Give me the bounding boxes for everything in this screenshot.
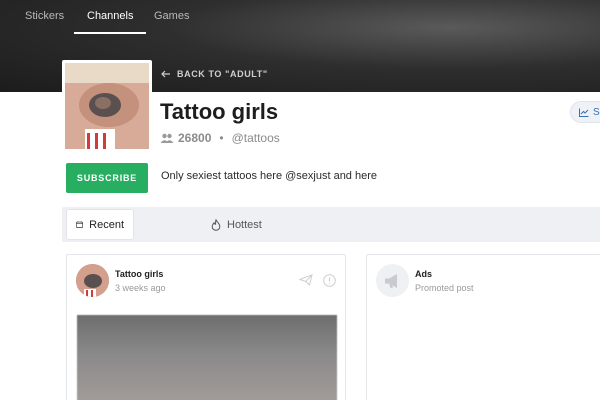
separator-dot: • [219, 131, 224, 145]
stats-button-label: S [593, 106, 600, 118]
filter-hottest[interactable]: Hottest [202, 210, 271, 239]
chart-icon [579, 108, 589, 117]
flame-icon [211, 218, 221, 231]
filter-recent-label: Recent [89, 218, 124, 231]
channel-avatar [62, 60, 152, 152]
stats-button[interactable]: S [570, 101, 600, 123]
post-time: 3 weeks ago [115, 283, 166, 293]
filter-hottest-label: Hottest [227, 218, 262, 231]
post-author[interactable]: Tattoo girls [115, 269, 163, 279]
post-image[interactable] [77, 315, 337, 400]
tab-channels[interactable]: Channels [74, 0, 147, 34]
members-icon [160, 133, 174, 143]
post-actions [299, 274, 336, 287]
megaphone-icon [384, 273, 397, 288]
members-count: 26800 [178, 131, 212, 145]
back-link-label: BACK TO "ADULT" [177, 69, 268, 79]
back-link[interactable]: BACK TO "ADULT" [161, 69, 268, 79]
post-card: Tattoo girls 3 weeks ago [66, 254, 346, 400]
info-icon[interactable] [323, 274, 336, 287]
subscribe-button[interactable]: SUBSCRIBE [66, 163, 148, 193]
channel-description: Only sexiest tattoos here @sexjust and h… [161, 170, 377, 182]
tab-games[interactable]: Games [154, 0, 189, 34]
share-icon[interactable] [299, 274, 313, 286]
post-author-avatar[interactable] [76, 264, 109, 297]
post-filter-bar: Recent Hottest [62, 207, 600, 242]
ads-avatar [376, 264, 409, 297]
ads-subtitle: Promoted post [415, 283, 474, 293]
channel-handle[interactable]: @tattoos [232, 131, 280, 145]
channel-title: Tattoo girls [160, 99, 279, 124]
ads-card: Ads Promoted post [366, 254, 600, 400]
channel-meta: 26800 • @tattoos [160, 131, 280, 145]
arrow-left-icon [161, 70, 170, 78]
filter-recent[interactable]: Recent [67, 210, 133, 239]
tab-stickers[interactable]: Stickers [25, 0, 64, 34]
ads-title: Ads [415, 269, 433, 279]
calendar-icon [76, 221, 84, 228]
